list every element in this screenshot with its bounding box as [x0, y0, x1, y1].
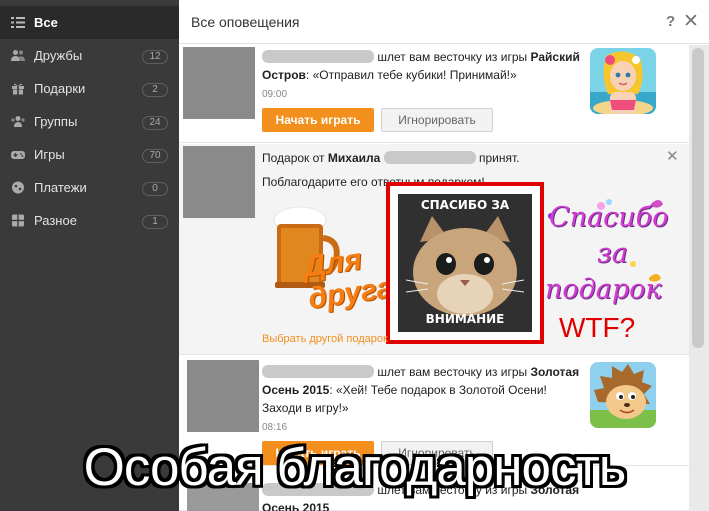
sidebar-item-label: Группы — [34, 114, 78, 129]
sidebar-item-friendships[interactable]: Дружбы 12 — [0, 39, 179, 72]
ignore-button[interactable]: Игнорировать — [381, 108, 493, 132]
game-thumbnail[interactable] — [590, 48, 656, 114]
help-icon[interactable]: ? — [666, 13, 675, 30]
close-icon[interactable]: ✕ — [683, 10, 699, 33]
friends-icon — [11, 50, 25, 61]
text-suffix: принят. — [479, 151, 520, 165]
sidebar-item-label: Все — [34, 15, 58, 30]
sidebar-item-games[interactable]: Игры 70 — [0, 138, 179, 171]
avatar[interactable] — [183, 146, 255, 218]
sidebar-item-label: Дружбы — [34, 48, 83, 63]
blurred-name — [383, 151, 476, 164]
cat-caption-top: СПАСИБО ЗА — [420, 198, 510, 212]
thanks-line-1: Спасибо — [549, 202, 669, 233]
sidebar-item-label: Платежи — [34, 180, 87, 195]
sidebar-item-label: Подарки — [34, 81, 86, 96]
sender-name[interactable]: Михаила — [328, 151, 380, 165]
scrollbar-thumb[interactable] — [692, 48, 704, 348]
list-icon — [11, 17, 25, 28]
blurred-name — [262, 365, 374, 378]
panel-title: Все оповещения — [191, 14, 300, 30]
sidebar-item-misc[interactable]: Разное 1 — [0, 204, 179, 237]
text-prefix: шлет вам весточку из игры — [377, 50, 528, 64]
game-thumbnail[interactable] — [590, 362, 656, 428]
hedgehog-image — [590, 362, 656, 428]
count-badge: 70 — [142, 149, 168, 163]
notification-text: шлет вам весточку из игры Райский Остров… — [262, 48, 587, 84]
grid-icon — [12, 214, 24, 227]
gift-icon — [12, 83, 24, 95]
cat-caption-bottom: ВНИМАНИЕ — [425, 312, 505, 326]
sidebar-item-label: Разное — [34, 213, 77, 228]
sidebar-item-all[interactable]: Все — [0, 6, 179, 39]
count-badge: 2 — [142, 83, 168, 97]
text-prefix: Подарок от — [262, 151, 325, 165]
cat-sticker: СПАСИБО ЗА ВНИМАНИЕ — [398, 194, 532, 332]
sidebar-item-label: Игры — [34, 147, 65, 162]
notifications-panel: Все оповещения ? ✕ шлет вам весточку из … — [179, 0, 709, 511]
group-icon — [11, 116, 25, 127]
count-badge: 1 — [142, 215, 168, 229]
beer-sticker-text: Для друга — [301, 243, 396, 316]
timestamp: 09:00 — [262, 89, 288, 100]
thanks-sticker[interactable]: Спасибо за подарок WTF? — [541, 194, 671, 354]
coin-icon — [12, 181, 24, 194]
sidebar-item-groups[interactable]: Группы 24 — [0, 105, 179, 138]
thanks-line-3: подарок — [545, 274, 662, 305]
notification-item: шлет вам весточку из игры Райский Остров… — [179, 45, 689, 143]
sidebar: Все Дружбы 12 Подарки 2 Группы 24 Игры 7… — [0, 0, 179, 511]
avatar[interactable] — [187, 360, 259, 432]
text-prefix: шлет вам весточку из игры — [377, 365, 528, 379]
panel-header: Все оповещения ? ✕ — [179, 0, 709, 44]
cat-sticker-highlight[interactable]: СПАСИБО ЗА ВНИМАНИЕ — [386, 182, 544, 344]
video-caption: Особая благодарность — [83, 438, 627, 497]
wtf-annotation: WTF? — [559, 312, 636, 343]
sidebar-item-gifts[interactable]: Подарки 2 — [0, 72, 179, 105]
sidebar-item-payments[interactable]: Платежи 0 — [0, 171, 179, 204]
beer-sticker[interactable]: Для друга — [262, 202, 395, 322]
count-badge: 24 — [142, 116, 168, 130]
count-badge: 12 — [142, 50, 168, 64]
island-girl-image — [590, 48, 656, 114]
notification-text: Подарок от Михаила принят. — [262, 149, 592, 167]
play-button[interactable]: Начать играть — [262, 108, 374, 132]
count-badge: 0 — [142, 182, 168, 196]
gamepad-icon — [11, 151, 25, 159]
choose-other-gift-link[interactable]: Выбрать другой подарок — [262, 333, 388, 345]
timestamp: 08:16 — [262, 422, 288, 433]
message-text: : «Отправил тебе кубики! Принимай!» — [305, 68, 517, 82]
close-icon[interactable]: ✕ — [666, 147, 679, 165]
thanks-line-2: за — [597, 238, 628, 269]
notification-item: Подарок от Михаила принят. Поблагодарите… — [179, 144, 689, 355]
avatar[interactable] — [183, 47, 255, 119]
blurred-name — [262, 50, 374, 63]
notification-text: шлет вам весточку из игры Золотая Осень … — [262, 363, 587, 417]
